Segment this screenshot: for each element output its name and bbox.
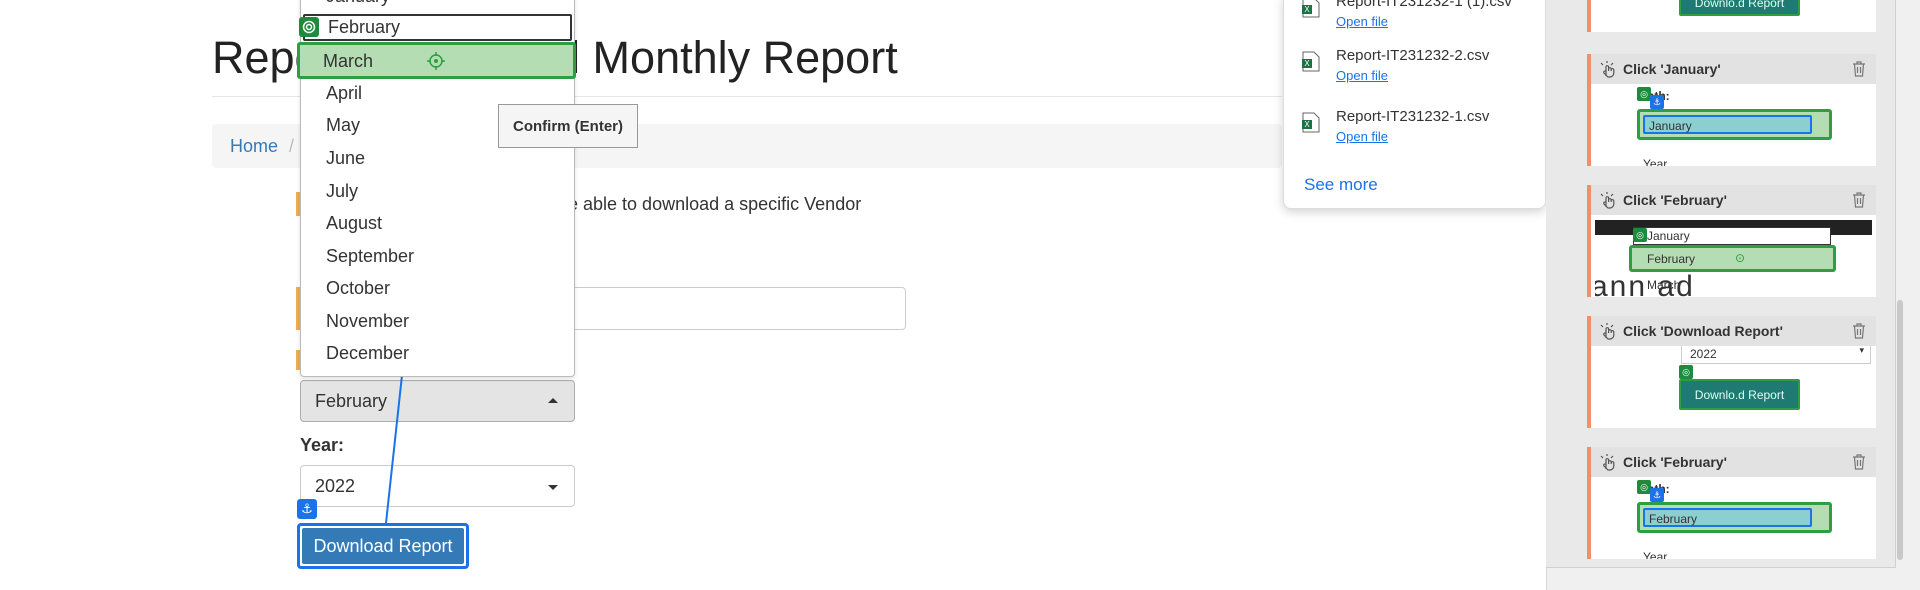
thumb-year-label: Year — [1643, 550, 1668, 559]
month-option[interactable]: January — [301, 0, 574, 12]
step-title: Click 'February' — [1623, 454, 1727, 470]
hand-click-icon — [1600, 192, 1615, 209]
month-option[interactable]: September — [301, 240, 574, 272]
open-file-link[interactable]: Open file — [1336, 14, 1388, 29]
trash-icon[interactable] — [1852, 192, 1866, 208]
thumb-month-field: February — [1637, 502, 1832, 533]
download-file-name: Report-IT231232-1.csv — [1336, 108, 1490, 125]
excel-file-icon: X — [1302, 0, 1320, 18]
month-option-label: February — [328, 17, 401, 37]
thumb-download-button: Downlo.d Report — [1679, 379, 1800, 410]
target-icon: ◎ — [1679, 365, 1693, 379]
month-option-focused[interactable]: February — [303, 14, 572, 41]
thumb-month-field: January — [1637, 109, 1832, 140]
crosshair-icon — [427, 52, 445, 70]
step-header: Click 'Download Report' — [1591, 316, 1876, 346]
download-file-name: Report-IT231232-1 (1).csv — [1336, 0, 1512, 10]
step-thumbnail: nth: ◎ ⚓ February Year — [1595, 477, 1872, 559]
recorder-step[interactable]: Click 'February' January ◎ February ⊙ Ma… — [1587, 185, 1876, 297]
month-option[interactable]: July — [301, 175, 574, 207]
recorder-step[interactable]: Downlo.d Report — [1587, 0, 1876, 32]
step-thumbnail: Downlo.d Report — [1595, 0, 1872, 32]
month-option[interactable]: December — [301, 337, 574, 369]
step-thumbnail: nth: ◎ ⚓ January Year — [1595, 84, 1872, 166]
step-header: Click 'February' — [1591, 447, 1876, 477]
step-thumbnail: January ◎ February ⊙ March ann ad — [1595, 215, 1872, 297]
svg-text:X: X — [1304, 5, 1310, 14]
recorder-step[interactable]: Click 'Download Report' 2022 ▾ ◎ Downlo.… — [1587, 316, 1876, 428]
thumb-month-value: February — [1643, 508, 1812, 527]
svg-text:X: X — [1304, 120, 1310, 129]
download-item[interactable]: X Report-IT231232-1 (1).csv Open file — [1302, 0, 1532, 37]
month-option-label: March — [323, 51, 374, 71]
step-title: Click 'February' — [1623, 192, 1727, 208]
target-icon — [299, 17, 319, 37]
svg-text:X: X — [1304, 59, 1310, 68]
month-option-march-highlight[interactable]: March — [297, 42, 576, 79]
side-panel-scrollbar[interactable] — [1897, 300, 1903, 560]
thumb-month-option: February — [1647, 252, 1696, 266]
caret-down-icon: ▾ — [1859, 346, 1864, 355]
thumb-year-value: 2022 — [1690, 347, 1717, 361]
thumb-year-label: Year — [1643, 157, 1668, 166]
target-icon: ◎ — [1633, 228, 1647, 242]
step-thumbnail: 2022 ▾ ◎ Downlo.d Report — [1595, 346, 1872, 428]
confirm-tooltip: Confirm (Enter) — [498, 104, 638, 148]
trash-icon[interactable] — [1852, 61, 1866, 77]
download-item[interactable]: X Report-IT231232-2.csv Open file — [1302, 47, 1532, 91]
excel-file-icon: X — [1302, 51, 1320, 72]
step-title: Click 'January' — [1623, 61, 1721, 77]
trash-icon[interactable] — [1852, 454, 1866, 470]
anchor-icon: ⚓ — [1650, 95, 1664, 109]
target-icon: ◎ — [1637, 480, 1651, 494]
step-header: Click 'February' — [1591, 185, 1876, 215]
step-header: Click 'January' — [1591, 54, 1876, 84]
target-icon: ◎ — [1637, 87, 1651, 101]
month-option[interactable]: October — [301, 272, 574, 304]
thumb-month-option-highlight: February ⊙ — [1629, 245, 1836, 272]
thumb-background-title: ann ad — [1595, 270, 1695, 297]
see-more-link[interactable]: See more — [1304, 175, 1378, 195]
excel-file-icon: X — [1302, 112, 1320, 133]
downloads-panel: X Report-IT231232-1 (1).csv Open file X … — [1283, 0, 1546, 209]
thumb-download-button: Downlo.d Report — [1679, 0, 1800, 16]
recorder-step[interactable]: Click 'February' nth: ◎ ⚓ February Year — [1587, 447, 1876, 559]
trash-icon[interactable] — [1852, 323, 1866, 339]
download-item[interactable]: X Report-IT231232-1.csv Open file — [1302, 108, 1532, 152]
hand-click-icon — [1600, 323, 1615, 340]
thumb-month-value: January — [1643, 115, 1812, 134]
open-file-link[interactable]: Open file — [1336, 129, 1388, 144]
download-file-name: Report-IT231232-2.csv — [1336, 47, 1490, 64]
crosshair-icon: ⊙ — [1735, 251, 1746, 265]
thumb-month-option: January — [1647, 229, 1690, 243]
step-title: Click 'Download Report' — [1623, 323, 1783, 339]
anchor-icon: ⚓ — [1650, 488, 1664, 502]
thumb-year-field: 2022 ▾ — [1681, 346, 1871, 364]
hand-click-icon — [1600, 454, 1615, 471]
open-file-link[interactable]: Open file — [1336, 68, 1388, 83]
recorder-step[interactable]: Click 'January' nth: ◎ ⚓ January Year — [1587, 54, 1876, 166]
hand-click-icon — [1600, 61, 1615, 78]
month-option[interactable]: August — [301, 207, 574, 239]
month-option[interactable]: November — [301, 305, 574, 337]
